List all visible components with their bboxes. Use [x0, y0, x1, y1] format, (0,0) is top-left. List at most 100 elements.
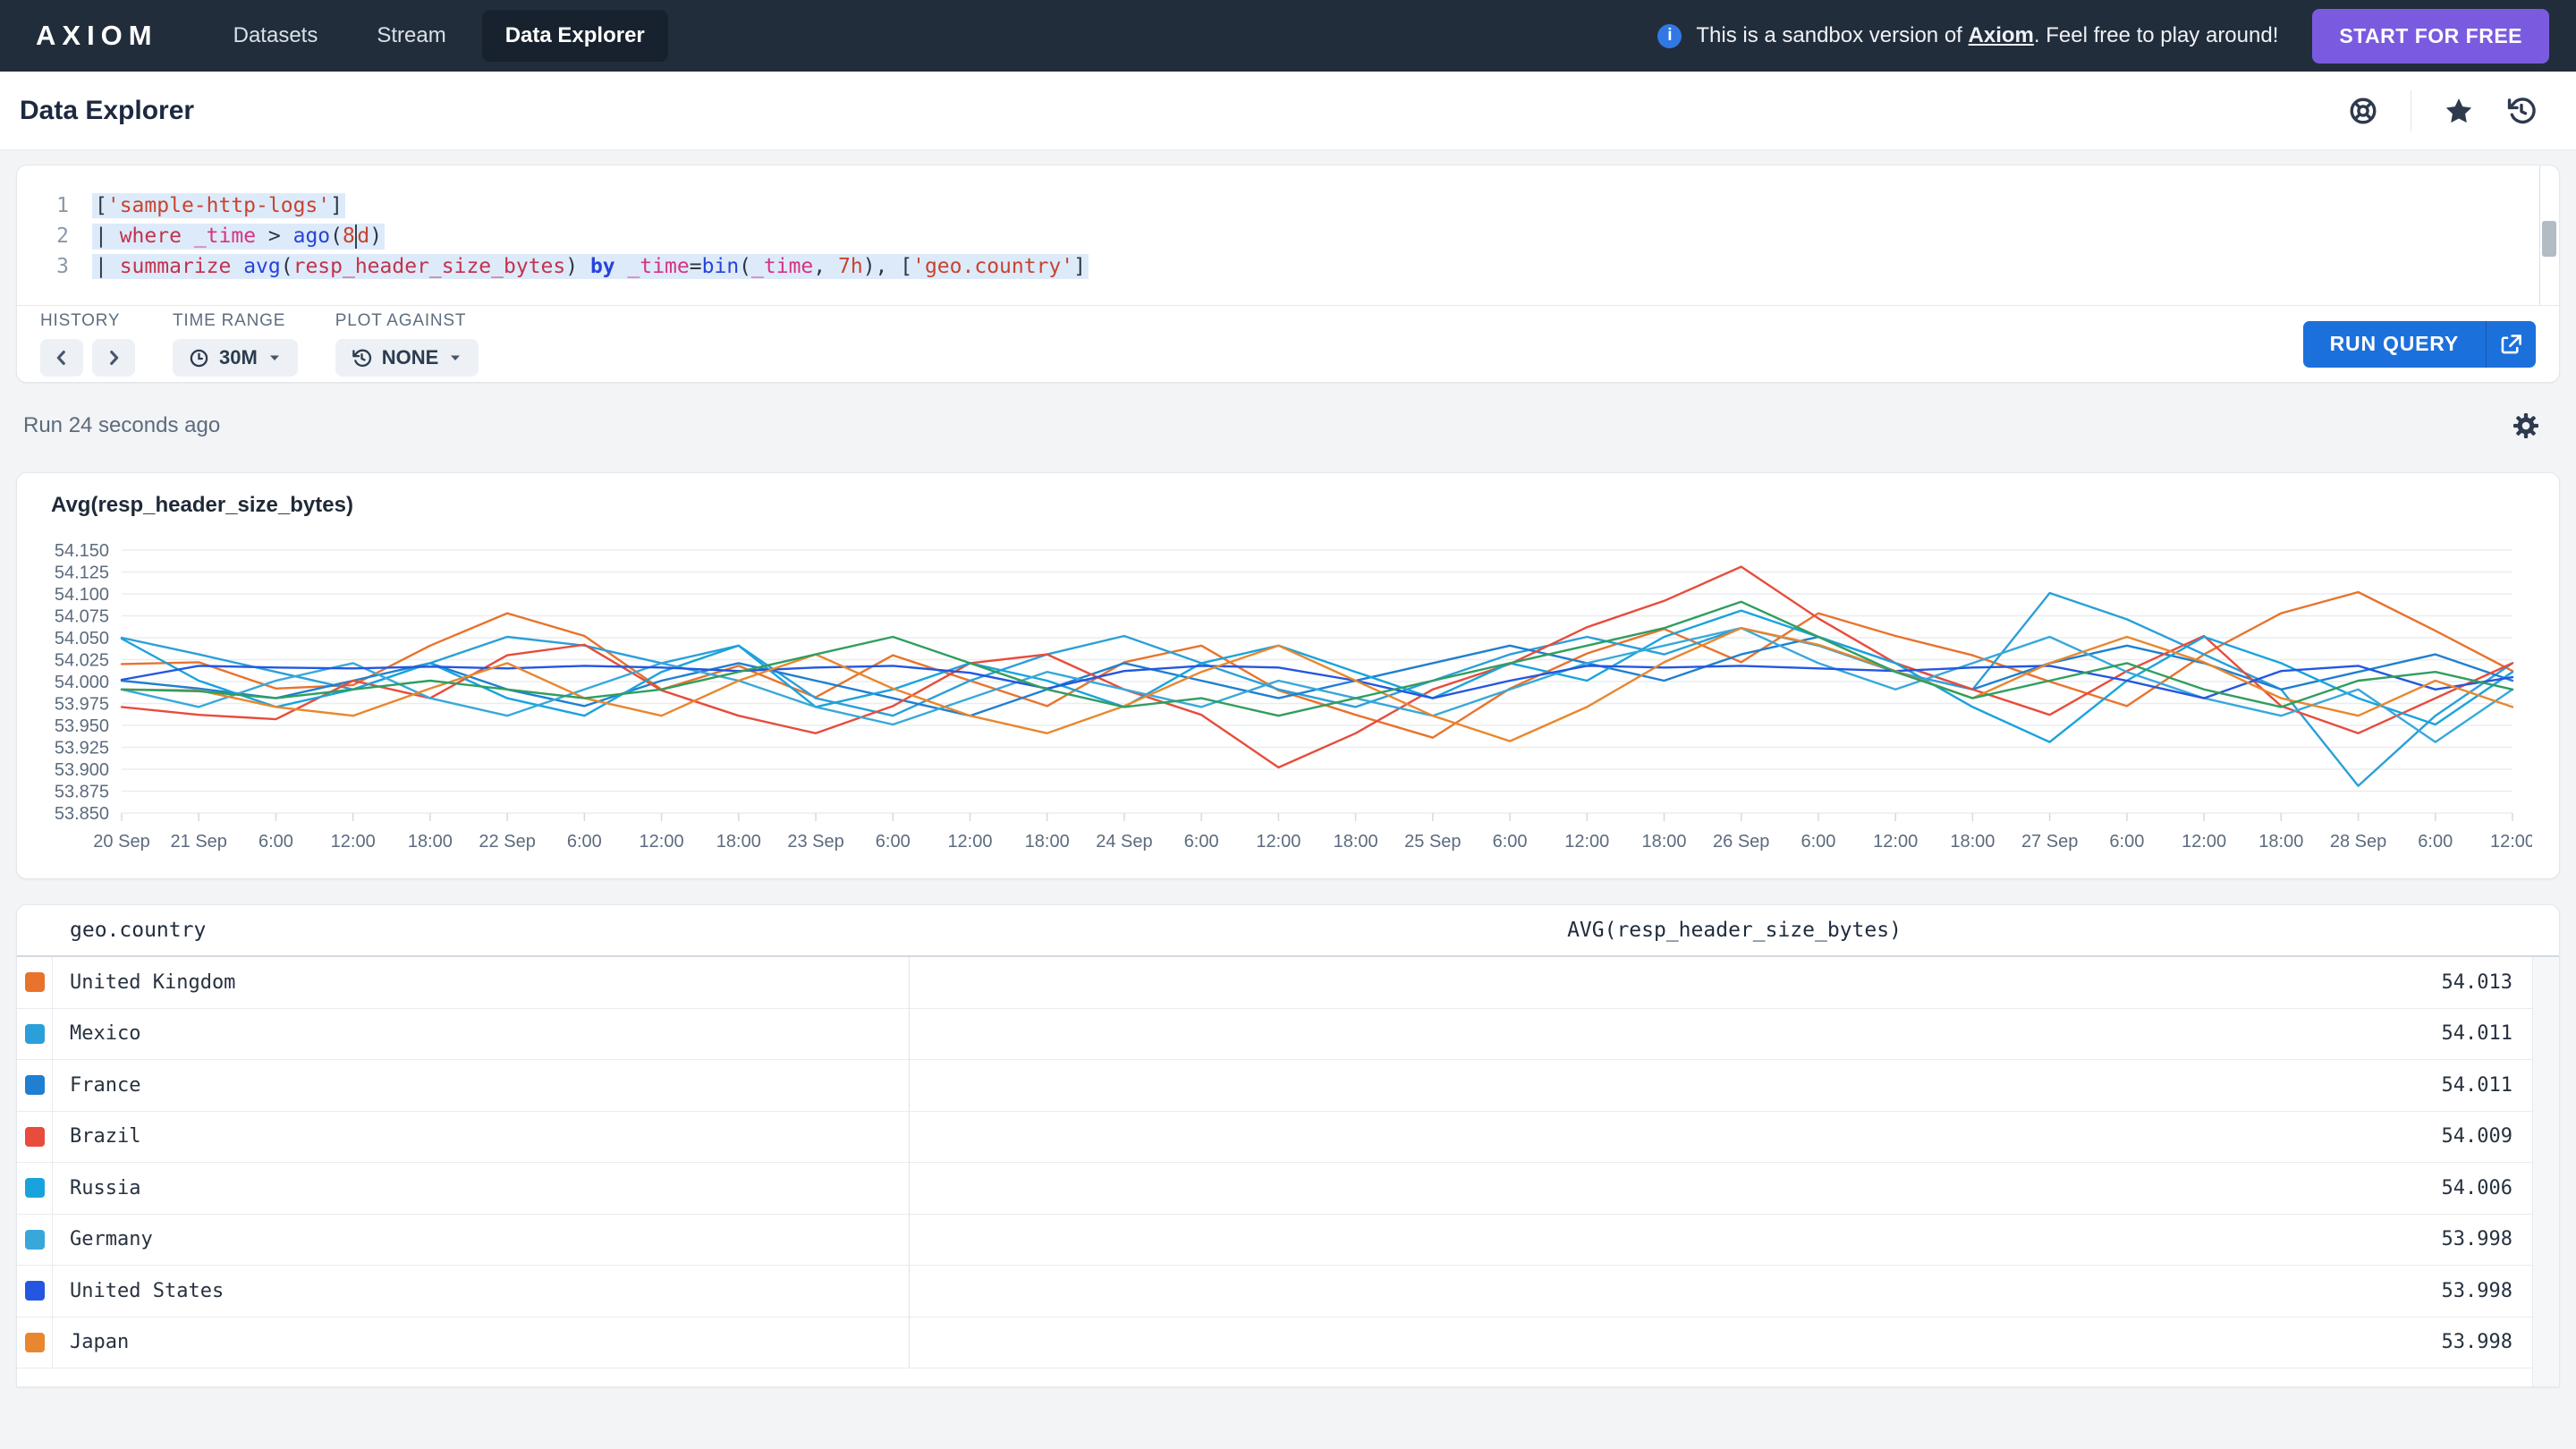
svg-text:6:00: 6:00	[2418, 832, 2453, 852]
country-cell: Brazil	[53, 1112, 910, 1163]
axiom-link[interactable]: Axiom	[1969, 23, 2034, 47]
table-row[interactable]: Germany53.998	[17, 1215, 2559, 1267]
svg-text:12:00: 12:00	[1256, 832, 1301, 852]
column-header-avg: AVG(resp_header_size_bytes)	[910, 919, 2559, 942]
svg-text:24 Sep: 24 Sep	[1096, 832, 1152, 852]
series-swatch-cell	[17, 957, 53, 1008]
gear-icon	[2512, 411, 2540, 440]
sandbox-banner: i This is a sandbox version of Axiom. Fe…	[1657, 9, 2549, 64]
svg-text:12:00: 12:00	[331, 832, 376, 852]
line-number: 2	[17, 225, 69, 248]
country-cell: United States	[53, 1266, 910, 1317]
series-color-swatch	[25, 1281, 45, 1301]
series-color-swatch	[25, 1127, 45, 1147]
plot-against-select[interactable]: NONE	[335, 339, 479, 377]
help-button[interactable]	[2348, 96, 2378, 126]
editor-line: 3 | summarize avg(resp_header_size_bytes)…	[17, 251, 2559, 282]
svg-text:21 Sep: 21 Sep	[171, 832, 227, 852]
svg-text:18:00: 18:00	[2258, 832, 2303, 852]
table-row[interactable]: United Kingdom54.013	[17, 957, 2559, 1009]
timeseries-chart: 54.15054.12554.10054.07554.05054.02554.0…	[37, 527, 2532, 860]
top-nav: AXIOM Datasets Stream Data Explorer i Th…	[0, 0, 2576, 72]
avg-value-cell: 53.998	[910, 1228, 2559, 1250]
code-text: ['sample-http-logs']	[92, 193, 345, 218]
query-history-button[interactable]	[2506, 96, 2537, 126]
line-number: 1	[17, 194, 69, 217]
axiom-logo: AXIOM	[36, 20, 158, 52]
series-swatch-cell	[17, 1112, 53, 1163]
table-row[interactable]: Brazil54.009	[17, 1112, 2559, 1164]
caret-down-icon	[267, 351, 282, 365]
country-cell: Japan	[53, 1318, 910, 1368]
series-color-swatch	[25, 1230, 45, 1250]
history-clock-icon	[352, 348, 372, 369]
column-header-country: geo.country	[17, 919, 910, 942]
svg-text:18:00: 18:00	[1334, 832, 1378, 852]
svg-text:18:00: 18:00	[1025, 832, 1070, 852]
svg-text:53.900: 53.900	[55, 760, 109, 780]
country-cell: Russia	[53, 1163, 910, 1214]
chevron-left-icon	[52, 348, 72, 368]
avg-value-cell: 53.998	[910, 1331, 2559, 1353]
svg-text:54.050: 54.050	[55, 629, 109, 648]
nav-item-data-explorer[interactable]: Data Explorer	[482, 10, 668, 62]
svg-text:18:00: 18:00	[716, 832, 761, 852]
svg-text:54.150: 54.150	[55, 541, 109, 561]
history-label: HISTORY	[40, 311, 135, 331]
table-row[interactable]: Russia54.006	[17, 1163, 2559, 1215]
history-icon	[2506, 96, 2537, 126]
query-editor[interactable]: 1 ['sample-http-logs'] 2 | where _time > ag…	[17, 165, 2559, 305]
avg-value-cell: 53.998	[910, 1280, 2559, 1302]
table-scrollbar-track[interactable]	[2532, 957, 2559, 1386]
svg-text:6:00: 6:00	[1801, 832, 1835, 852]
chart-title: Avg(resp_header_size_bytes)	[51, 493, 2539, 518]
share-query-button[interactable]	[2486, 321, 2536, 368]
svg-text:12:00: 12:00	[2182, 832, 2226, 852]
avg-value-cell: 54.006	[910, 1177, 2559, 1199]
avg-value-cell: 54.011	[910, 1022, 2559, 1045]
country-cell: France	[53, 1060, 910, 1111]
chart-settings-button[interactable]	[2512, 411, 2540, 440]
history-forward-button[interactable]	[92, 339, 135, 377]
nav-item-datasets[interactable]: Datasets	[210, 10, 342, 62]
table-row[interactable]: Japan53.998	[17, 1318, 2559, 1369]
series-color-swatch	[25, 1333, 45, 1352]
avg-value-cell: 54.011	[910, 1074, 2559, 1097]
chevron-right-icon	[104, 348, 123, 368]
start-for-free-button[interactable]: START FOR FREE	[2312, 9, 2549, 64]
series-swatch-cell	[17, 1266, 53, 1317]
series-swatch-cell	[17, 1163, 53, 1214]
run-query-split: RUN QUERY	[2303, 321, 2536, 368]
time-range-select[interactable]: 30M	[173, 339, 298, 377]
history-back-button[interactable]	[40, 339, 83, 377]
svg-text:12:00: 12:00	[640, 832, 684, 852]
nav-item-stream[interactable]: Stream	[353, 10, 469, 62]
table-row[interactable]: France54.011	[17, 1060, 2559, 1112]
svg-text:6:00: 6:00	[876, 832, 911, 852]
editor-line: 2 | where _time > ago(8d)	[17, 221, 2559, 251]
lifebuoy-icon	[2348, 96, 2378, 126]
svg-text:18:00: 18:00	[408, 832, 453, 852]
editor-line: 1 ['sample-http-logs']	[17, 191, 2559, 221]
svg-text:27 Sep: 27 Sep	[2021, 832, 2078, 852]
table-row[interactable]: Mexico54.011	[17, 1009, 2559, 1061]
chart-card: Avg(resp_header_size_bytes) 54.15054.125…	[16, 472, 2560, 879]
svg-text:54.025: 54.025	[55, 651, 109, 671]
favorite-button[interactable]	[2444, 96, 2474, 126]
svg-text:6:00: 6:00	[258, 832, 293, 852]
table-row[interactable]: United States53.998	[17, 1266, 2559, 1318]
line-number: 3	[17, 255, 69, 278]
country-cell: United Kingdom	[53, 957, 910, 1008]
svg-text:53.875: 53.875	[55, 783, 109, 802]
svg-text:20 Sep: 20 Sep	[93, 832, 149, 852]
code-text: | summarize avg(resp_header_size_bytes) …	[92, 254, 1089, 279]
time-range-label: TIME RANGE	[173, 311, 298, 331]
svg-text:6:00: 6:00	[1184, 832, 1219, 852]
star-icon	[2444, 96, 2474, 126]
svg-text:23 Sep: 23 Sep	[787, 832, 843, 852]
code-text: | where _time > ago(8d)	[92, 224, 385, 250]
svg-text:18:00: 18:00	[1950, 832, 1995, 852]
run-query-button[interactable]: RUN QUERY	[2303, 321, 2486, 368]
editor-scrollbar[interactable]	[2542, 221, 2556, 257]
svg-text:53.950: 53.950	[55, 716, 109, 736]
